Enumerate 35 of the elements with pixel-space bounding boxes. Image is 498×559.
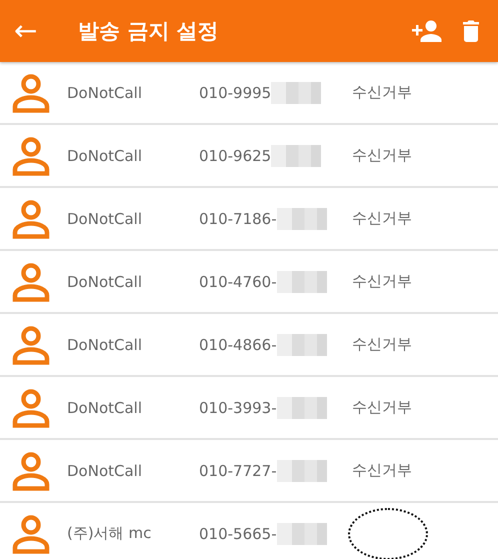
phone-number: 010-7727- <box>199 462 277 480</box>
window-title: 발송 금지 설정 <box>78 18 220 45</box>
phone-number: 010-9995 <box>199 84 272 102</box>
person-icon <box>11 324 51 364</box>
contact-name: DoNotCall <box>67 210 142 228</box>
status-label: 수신거부 <box>352 398 412 417</box>
back-button[interactable]: ← <box>14 17 62 45</box>
person-icon <box>11 388 51 428</box>
person-icon <box>11 198 51 238</box>
status-label: 수신거부 <box>352 461 412 480</box>
status-label: 수신거부 <box>352 209 412 228</box>
person-icon <box>11 450 51 490</box>
contact-name: DoNotCall <box>67 462 142 480</box>
phone-number: 010-3993- <box>199 398 277 416</box>
person-icon <box>11 514 51 554</box>
contact-name: DoNotCall <box>67 336 142 354</box>
trash-icon[interactable] <box>462 20 480 42</box>
status-label: 수신거부 <box>352 83 412 102</box>
phone-number: 010-4866- <box>199 336 277 354</box>
status-label: 수신거부 <box>352 272 412 291</box>
contact-name: DoNotCall <box>67 272 142 290</box>
phone-number: 010-9625 <box>199 146 272 164</box>
person-icon <box>11 72 51 112</box>
contact-name: DoNotCall <box>67 146 142 164</box>
phone-number: 010-4760- <box>199 272 277 290</box>
status-label: 수신거부 <box>352 146 412 165</box>
contact-name: (주)서해 mc <box>67 524 152 543</box>
contact-name: DoNotCall <box>67 398 142 416</box>
phone-number: 010-5665- <box>199 524 277 542</box>
status-label: 수신거부 <box>352 335 412 354</box>
person-icon <box>11 262 51 302</box>
person-icon <box>11 136 51 176</box>
add-person-icon[interactable] <box>412 20 442 42</box>
phone-number: 010-7186- <box>199 210 277 228</box>
contact-name: DoNotCall <box>67 84 142 102</box>
